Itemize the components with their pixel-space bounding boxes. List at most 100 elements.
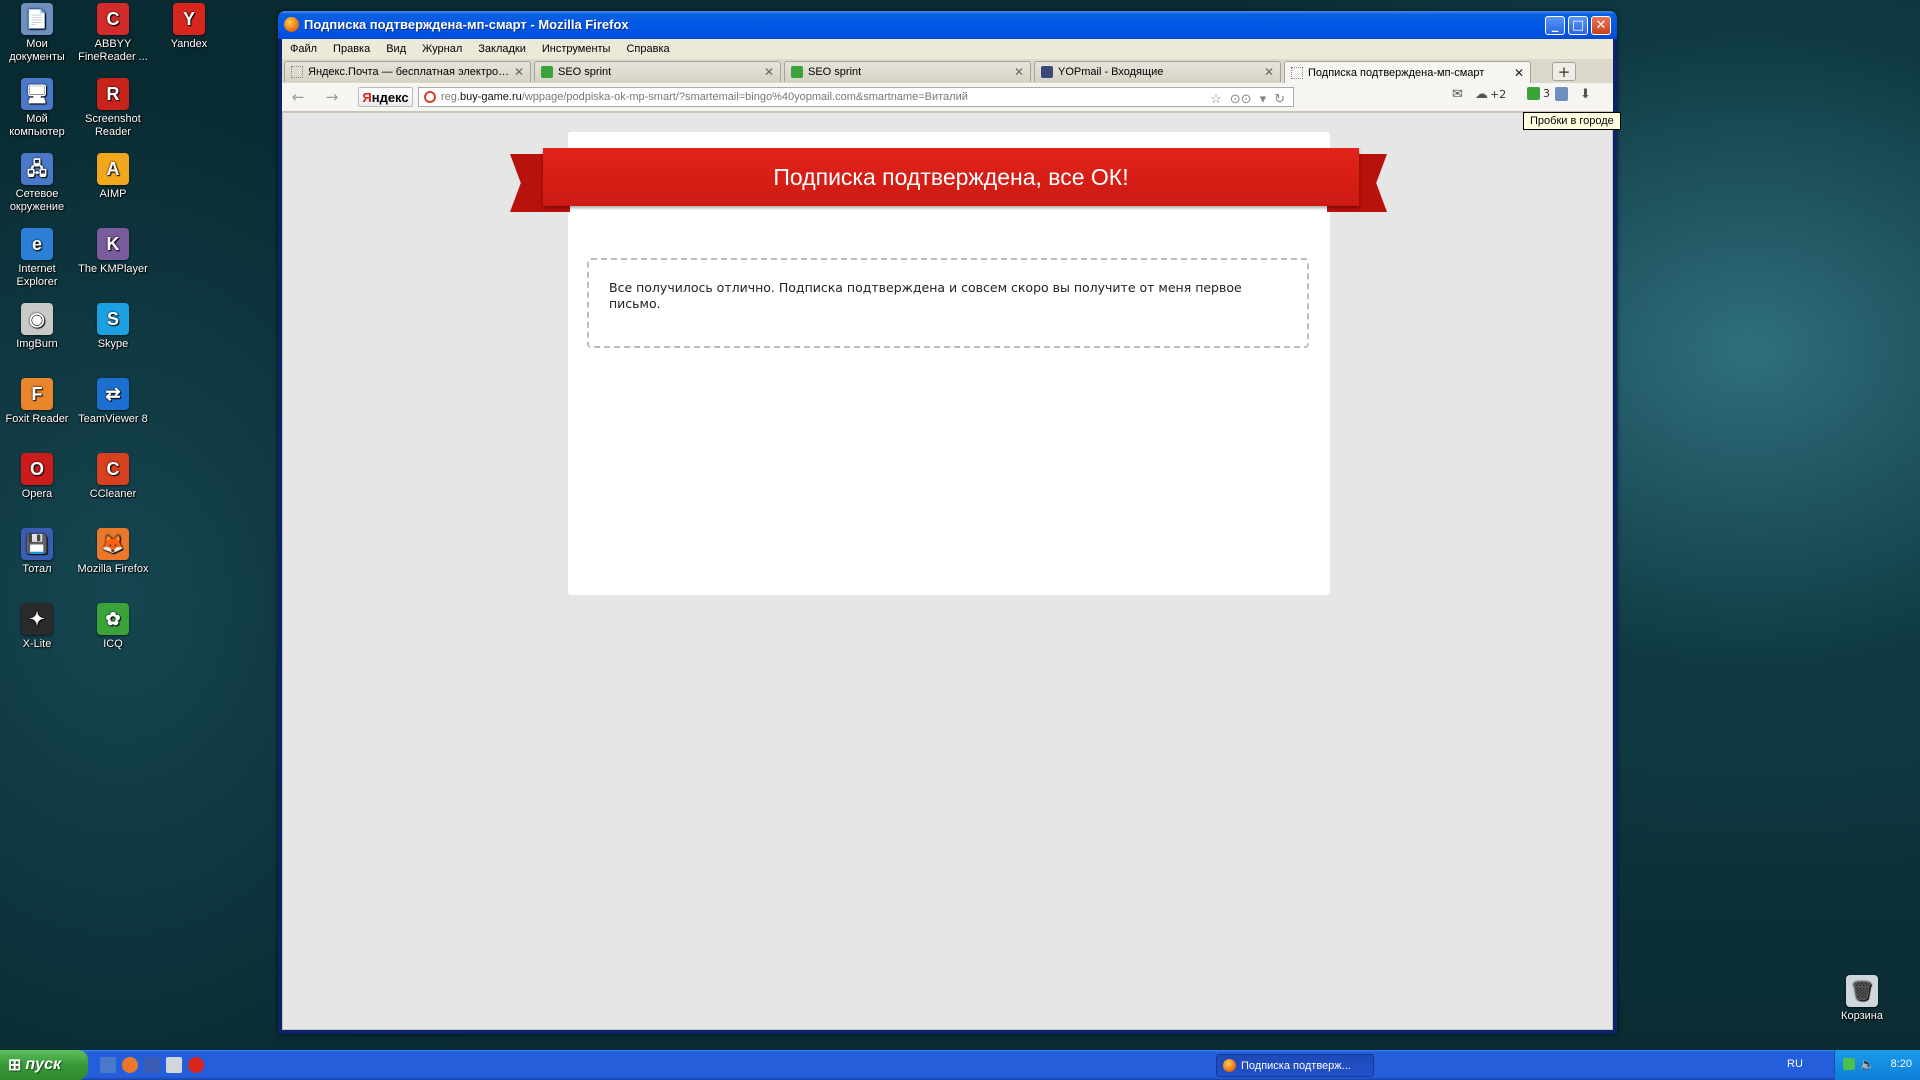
shortcut-icon: K bbox=[97, 228, 129, 260]
yandex-mail-icon[interactable]: ✉ bbox=[1452, 87, 1463, 102]
weather-widget[interactable]: ☁ +2 bbox=[1475, 87, 1506, 102]
windows-logo-icon: ⊞ bbox=[8, 1057, 22, 1074]
forward-icon[interactable]: → bbox=[322, 88, 342, 106]
traffic-widget[interactable]: 3 bbox=[1527, 87, 1550, 100]
reader-icon[interactable]: ⊙⊙ bbox=[1230, 91, 1252, 106]
firefox-window: Подписка подтверждена-мп-смарт - Mozilla… bbox=[278, 11, 1617, 1034]
start-button[interactable]: ⊞ пуск bbox=[0, 1050, 88, 1080]
taskbar-firefox-item[interactable]: Подписка подтверж... bbox=[1216, 1054, 1374, 1077]
shortcut-icon: 🦊 bbox=[97, 528, 129, 560]
total-commander-icon[interactable] bbox=[144, 1057, 160, 1073]
desktop-shortcut[interactable]: e Internet Explorer bbox=[0, 228, 74, 289]
taskbar-item-label: Подписка подтверж... bbox=[1241, 1059, 1351, 1072]
minimize-button[interactable]: _ bbox=[1545, 16, 1565, 35]
shortcut-icon: ✦ bbox=[21, 603, 53, 635]
tray-volume-icon[interactable]: 🔈 bbox=[1860, 1057, 1875, 1071]
page-icon bbox=[291, 66, 303, 78]
desktop-shortcut[interactable]: ◉ ImgBurn bbox=[0, 303, 74, 351]
desktop-shortcut[interactable]: 📄 Мои документы bbox=[0, 3, 74, 64]
seosprint-icon bbox=[791, 66, 803, 78]
url-dropdown-icon[interactable]: ▾ bbox=[1260, 91, 1267, 106]
tab-yopmail[interactable]: YOPmail - Входящие ✕ bbox=[1034, 61, 1281, 82]
explorer-icon[interactable] bbox=[166, 1057, 182, 1073]
desktop-shortcut[interactable]: R Screenshot Reader bbox=[76, 78, 150, 139]
bookmark-star-icon[interactable]: ☆ bbox=[1210, 91, 1222, 106]
menu-tools[interactable]: Инструменты bbox=[542, 43, 611, 55]
tab-subscription[interactable]: Подписка подтверждена-мп-смарт ✕ bbox=[1284, 61, 1531, 83]
menu-help[interactable]: Справка bbox=[626, 43, 669, 55]
shortcut-label: X-Lite bbox=[22, 638, 52, 650]
show-desktop-icon[interactable] bbox=[100, 1057, 116, 1073]
clock[interactable]: 8:20 bbox=[1891, 1058, 1912, 1070]
menu-bar: Файл Правка Вид Журнал Закладки Инструме… bbox=[282, 39, 1613, 59]
tray-network-icon[interactable] bbox=[1843, 1058, 1855, 1070]
desktop-shortcut[interactable]: 🖧 Сетевое окружение bbox=[0, 153, 74, 214]
tab-close-icon[interactable]: ✕ bbox=[1264, 65, 1274, 79]
recycle-bin-icon[interactable]: 🗑 Корзина bbox=[1825, 975, 1899, 1023]
yandex-browser-icon[interactable] bbox=[188, 1057, 204, 1073]
desktop-shortcut[interactable]: C ABBYY FineReader ... bbox=[76, 3, 150, 64]
firefox-quicklaunch-icon[interactable] bbox=[122, 1057, 138, 1073]
yandex-logo-rest: ндекс bbox=[371, 89, 409, 105]
download-icon[interactable]: ⬇ bbox=[1580, 87, 1591, 102]
tab-close-icon[interactable]: ✕ bbox=[1014, 65, 1024, 79]
desktop-shortcut[interactable]: ✦ X-Lite bbox=[0, 603, 74, 651]
shortcut-label: CCleaner bbox=[89, 488, 137, 500]
shortcut-label: The KMPlayer bbox=[78, 263, 148, 275]
shortcut-icon: C bbox=[97, 3, 129, 35]
shortcut-icon: S bbox=[97, 303, 129, 335]
shortcut-label: ABBYY FineReader ... bbox=[78, 38, 148, 63]
desktop-shortcut[interactable]: F Foxit Reader bbox=[0, 378, 74, 426]
menu-view[interactable]: Вид bbox=[386, 43, 406, 55]
back-icon[interactable]: ← bbox=[288, 88, 308, 106]
reload-icon[interactable]: ↻ bbox=[1274, 91, 1285, 106]
yandex-button[interactable]: Яндекс bbox=[358, 87, 413, 107]
desktop-shortcut[interactable]: K The KMPlayer bbox=[76, 228, 150, 276]
traffic-value: 3 bbox=[1543, 87, 1550, 100]
tab-close-icon[interactable]: ✕ bbox=[514, 65, 524, 79]
desktop-shortcut[interactable]: C CCleaner bbox=[76, 453, 150, 501]
desktop-shortcut[interactable]: O Opera bbox=[0, 453, 74, 501]
desktop-shortcut[interactable]: 🦊 Mozilla Firefox bbox=[76, 528, 150, 576]
menu-file[interactable]: Файл bbox=[290, 43, 317, 55]
shortcut-icon: Y bbox=[173, 3, 205, 35]
shortcut-label: Mozilla Firefox bbox=[77, 563, 149, 575]
desktop-shortcut[interactable]: S Skype bbox=[76, 303, 150, 351]
language-indicator[interactable]: RU bbox=[1787, 1058, 1803, 1070]
trash-icon: 🗑 bbox=[1846, 975, 1878, 1007]
tab-label: Яндекс.Почта — бесплатная электрон... bbox=[308, 66, 510, 78]
site-identity-icon[interactable] bbox=[424, 91, 436, 103]
shortcut-icon: R bbox=[97, 78, 129, 110]
tab-seo-sprint-1[interactable]: SEO sprint ✕ bbox=[534, 61, 781, 82]
shortcut-icon: C bbox=[97, 453, 129, 485]
url-actions: ☆ ⊙⊙ ▾ ↻ bbox=[1210, 91, 1285, 106]
url-host: buy-game.ru bbox=[459, 91, 522, 103]
bookmarks-sidebar-icon[interactable] bbox=[1555, 87, 1568, 101]
title-bar[interactable]: Подписка подтверждена-мп-смарт - Mozilla… bbox=[278, 11, 1617, 39]
tab-close-icon[interactable]: ✕ bbox=[764, 65, 774, 79]
desktop-shortcut[interactable]: A AIMP bbox=[76, 153, 150, 201]
desktop-shortcut[interactable]: ✿ ICQ bbox=[76, 603, 150, 651]
maximize-button[interactable]: □ bbox=[1568, 16, 1588, 35]
desktop-shortcut[interactable]: ⇄ TeamViewer 8 bbox=[76, 378, 150, 426]
new-tab-button[interactable]: + bbox=[1552, 62, 1576, 81]
desktop-shortcut[interactable]: Y Yandex bbox=[152, 3, 226, 51]
menu-edit[interactable]: Правка bbox=[333, 43, 370, 55]
address-bar[interactable]: reg. buy-game.ru/wppage/podpiska-ok-mp-sm… bbox=[418, 87, 1294, 107]
tab-label: SEO sprint bbox=[808, 66, 862, 78]
tab-seo-sprint-2[interactable]: SEO sprint ✕ bbox=[784, 61, 1031, 82]
page-content: Подписка подтверждена, все ОК! Все получ… bbox=[282, 112, 1613, 1030]
menu-history[interactable]: Журнал bbox=[422, 43, 462, 55]
shortcut-label: Мои документы bbox=[9, 38, 65, 63]
taskbar: ⊞ пуск Подписка подтверж... RU 🔈 8:20 bbox=[0, 1050, 1920, 1080]
close-button[interactable]: ✕ bbox=[1591, 16, 1611, 35]
menu-bookmarks[interactable]: Закладки bbox=[478, 43, 526, 55]
shortcut-icon: e bbox=[21, 228, 53, 260]
shortcut-icon: 🖥 bbox=[21, 78, 53, 110]
tab-yandex-mail[interactable]: Яндекс.Почта — бесплатная электрон... ✕ bbox=[284, 61, 531, 82]
shortcut-label: Internet Explorer bbox=[16, 263, 58, 288]
desktop-shortcut[interactable]: 💾 Тотал bbox=[0, 528, 74, 576]
tab-close-icon[interactable]: ✕ bbox=[1514, 66, 1524, 80]
shortcut-label: Skype bbox=[97, 338, 129, 350]
desktop-shortcut[interactable]: 🖥 Мой компьютер bbox=[0, 78, 74, 139]
